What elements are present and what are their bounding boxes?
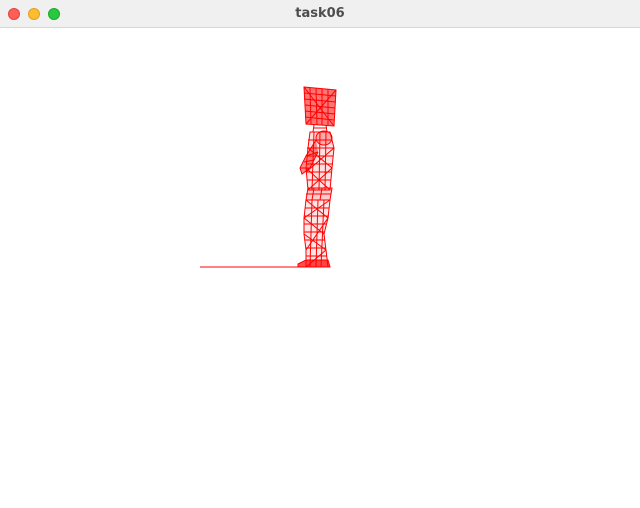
title-bar[interactable]: task06 <box>0 0 640 28</box>
render-canvas[interactable] <box>0 28 640 508</box>
head-wireframe <box>303 86 337 127</box>
hips-wireframe <box>305 187 333 201</box>
foot-wireframe <box>297 259 331 268</box>
window-title: task06 <box>295 6 345 21</box>
wireframe-figure <box>200 86 337 268</box>
app-window: task06 <box>0 0 640 508</box>
legs-wireframe <box>303 199 331 268</box>
